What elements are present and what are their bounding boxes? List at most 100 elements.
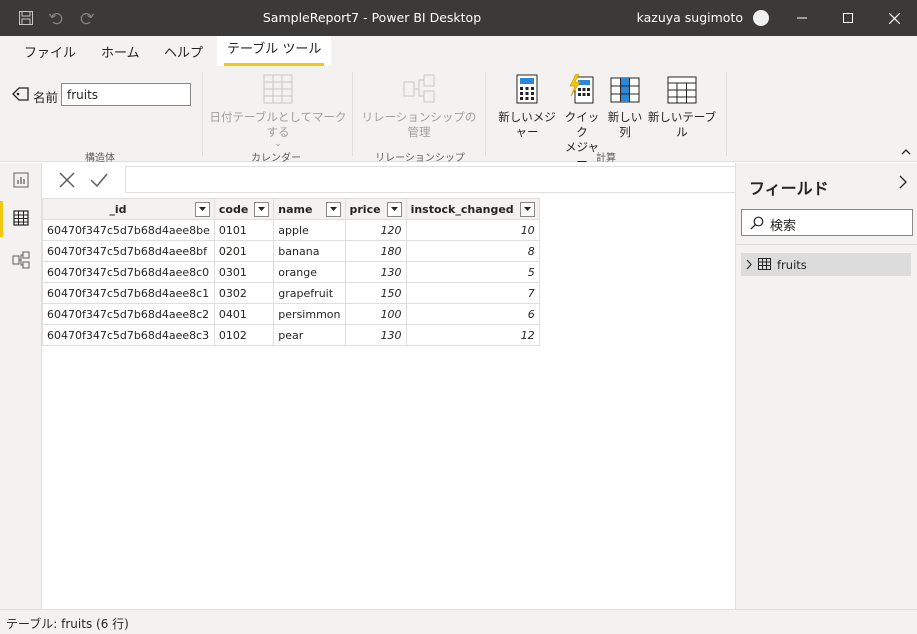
fields-pane-title: フィールド [749, 179, 829, 198]
model-view-button[interactable] [0, 243, 42, 279]
cell-id[interactable]: 60470f347c5d7b68d4aee8c1 [42, 282, 215, 304]
tab-table-tools[interactable]: テーブル ツール [217, 36, 332, 66]
view-switcher [0, 163, 42, 609]
cell-name[interactable]: apple [273, 219, 346, 241]
mark-date-table-button: 日付テーブルとしてマークする ⌄ [208, 74, 348, 149]
close-icon[interactable] [871, 0, 917, 36]
field-table-name: fruits [777, 258, 807, 272]
ribbon-divider [202, 72, 203, 156]
cancel-formula-icon[interactable] [52, 166, 82, 193]
cell-price[interactable]: 130 [344, 324, 407, 346]
cell-id[interactable]: 60470f347c5d7b68d4aee8c0 [42, 261, 215, 283]
cell-code[interactable]: 0302 [213, 282, 275, 304]
search-icon [750, 216, 764, 233]
header-row: _id code name price instock_changed [42, 198, 540, 220]
cell-code[interactable]: 0301 [213, 261, 275, 283]
status-bar: テーブル: fruits (6 行) [0, 609, 917, 634]
maximize-icon[interactable] [825, 0, 871, 36]
filter-dropdown-icon[interactable] [519, 201, 535, 217]
minimize-icon[interactable] [779, 0, 825, 36]
relationships-icon [358, 74, 480, 106]
group-label-calculations: 計算 [596, 153, 616, 164]
cell-instock-changed[interactable]: 5 [405, 261, 540, 283]
cell-id[interactable]: 60470f347c5d7b68d4aee8c3 [42, 324, 215, 346]
tab-help[interactable]: ヘルプ [164, 42, 203, 61]
chevron-right-icon[interactable] [746, 259, 752, 273]
avatar[interactable] [753, 10, 769, 26]
report-view-button[interactable] [0, 163, 42, 199]
filter-dropdown-icon[interactable] [325, 201, 341, 217]
ribbon-divider [485, 72, 486, 156]
manage-relationships-button: リレーションシップの管理 [358, 74, 480, 140]
cell-price[interactable]: 100 [344, 303, 407, 325]
cell-instock-changed[interactable]: 6 [405, 303, 540, 325]
cell-id[interactable]: 60470f347c5d7b68d4aee8be [42, 219, 215, 241]
calendar-table-icon [208, 74, 348, 106]
cell-instock-changed[interactable]: 7 [405, 282, 540, 304]
cell-name[interactable]: banana [273, 240, 346, 262]
collapse-ribbon-icon[interactable] [901, 144, 911, 158]
tab-file[interactable]: ファイル [24, 42, 76, 61]
cell-price[interactable]: 130 [344, 261, 407, 283]
table-row[interactable]: 60470f347c5d7b68d4aee8c0 0301 orange 130… [42, 261, 540, 283]
chevron-down-icon: ⌄ [274, 139, 282, 149]
table-row[interactable]: 60470f347c5d7b68d4aee8c3 0102 pear 130 1… [42, 324, 540, 346]
cell-code[interactable]: 0101 [213, 219, 275, 241]
table-grid-icon [13, 209, 29, 229]
field-table-item[interactable]: fruits [741, 253, 911, 276]
cell-instock-changed[interactable]: 10 [405, 219, 540, 241]
column-header-price[interactable]: price [344, 198, 407, 220]
filter-dropdown-icon[interactable] [386, 201, 402, 217]
tab-home[interactable]: ホーム [101, 42, 140, 61]
filter-dropdown-icon[interactable] [254, 201, 270, 217]
fields-search-input[interactable]: 検索 [741, 209, 913, 236]
cell-name[interactable]: pear [273, 324, 346, 346]
column-header-instock-changed[interactable]: instock_changed [405, 198, 540, 220]
bar-chart-icon [13, 172, 29, 191]
ribbon-tabs: ファイル ホーム ヘルプ テーブル ツール [0, 36, 917, 66]
column-header-name[interactable]: name [273, 198, 346, 220]
new-column-button[interactable]: 新しい列 [603, 74, 647, 140]
cell-id[interactable]: 60470f347c5d7b68d4aee8bf [42, 240, 215, 262]
new-table-label: 新しいテーブル [647, 110, 717, 139]
quick-measure-icon [561, 74, 603, 106]
column-header-id[interactable]: _id [42, 198, 215, 220]
quick-measure-label-1: クイック [564, 110, 600, 139]
fields-divider [736, 244, 917, 245]
cell-name[interactable]: persimmon [273, 303, 346, 325]
table-row[interactable]: 60470f347c5d7b68d4aee8c1 0302 grapefruit… [42, 282, 540, 304]
cell-price[interactable]: 150 [344, 282, 407, 304]
new-table-icon [647, 74, 717, 106]
data-view-button[interactable] [0, 201, 42, 237]
cell-instock-changed[interactable]: 8 [405, 240, 540, 262]
group-label-relationships: リレーションシップ [375, 153, 465, 164]
formula-input[interactable] [125, 166, 748, 193]
title-bar: SampleReport7 - Power BI Desktop kazuya … [0, 0, 917, 36]
cell-name[interactable]: orange [273, 261, 346, 283]
column-header-code[interactable]: code [213, 198, 275, 220]
new-table-button[interactable]: 新しいテーブル [647, 74, 717, 140]
cell-id[interactable]: 60470f347c5d7b68d4aee8c2 [42, 303, 215, 325]
mark-date-table-label: 日付テーブルとしてマークする [209, 110, 347, 139]
chevron-right-icon[interactable] [899, 175, 907, 192]
cell-instock-changed[interactable]: 12 [405, 324, 540, 346]
user-name[interactable]: kazuya sugimoto [637, 10, 743, 25]
cell-price[interactable]: 120 [344, 219, 407, 241]
window-title: SampleReport7 - Power BI Desktop [262, 10, 482, 25]
table-name-input[interactable] [61, 83, 191, 106]
tag-icon [12, 86, 30, 105]
table-row[interactable]: 60470f347c5d7b68d4aee8c2 0401 persimmon … [42, 303, 540, 325]
cell-code[interactable]: 0401 [213, 303, 275, 325]
commit-formula-icon[interactable] [84, 166, 114, 193]
cell-code[interactable]: 0102 [213, 324, 275, 346]
cell-price[interactable]: 180 [344, 240, 407, 262]
manage-relationships-label: リレーションシップの管理 [361, 110, 477, 139]
fields-pane: フィールド 検索 fruits [735, 163, 917, 609]
table-row[interactable]: 60470f347c5d7b68d4aee8be 0101 apple 120 … [42, 219, 540, 241]
cell-name[interactable]: grapefruit [273, 282, 346, 304]
model-diagram-icon [12, 251, 30, 272]
cell-code[interactable]: 0201 [213, 240, 275, 262]
filter-dropdown-icon[interactable] [194, 201, 210, 217]
new-measure-button[interactable]: 新しいメジャー [493, 74, 561, 140]
table-row[interactable]: 60470f347c5d7b68d4aee8bf 0201 banana 180… [42, 240, 540, 262]
